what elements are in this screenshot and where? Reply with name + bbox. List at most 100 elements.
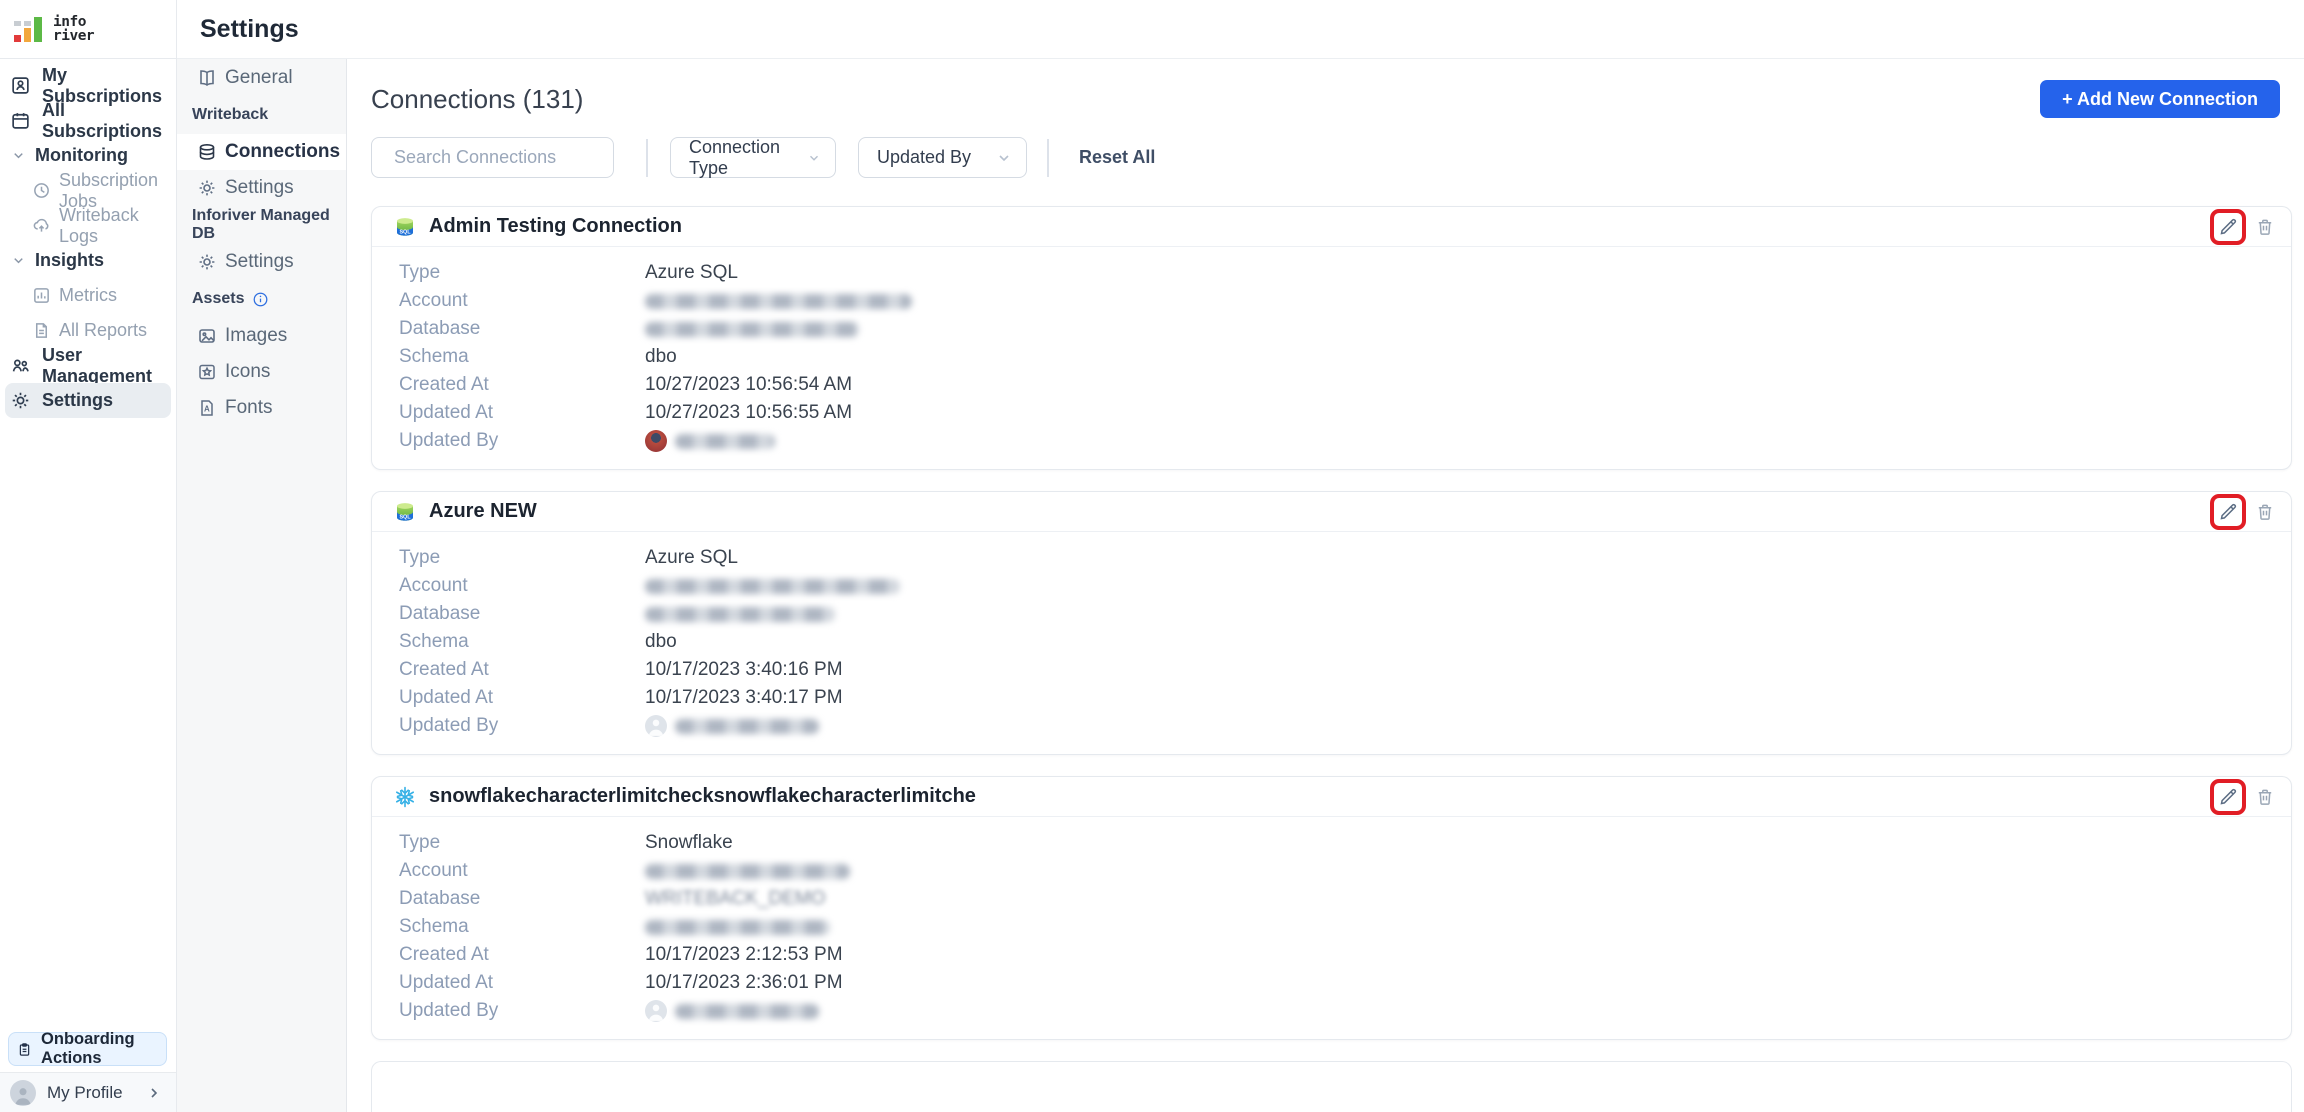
field-value (645, 430, 775, 452)
delete-connection-button[interactable] (2253, 784, 2277, 810)
chevron-down-icon (996, 150, 1012, 166)
users-icon (10, 355, 31, 376)
field-value: dbo (645, 346, 677, 368)
reset-all-button[interactable]: Reset All (1079, 147, 1155, 168)
redacted-value (675, 1004, 819, 1019)
settings-nav-images[interactable]: Images (177, 318, 346, 354)
field-value (645, 864, 850, 879)
field-value (645, 920, 830, 935)
edit-connection-button[interactable] (2215, 784, 2241, 810)
search-connections-box (371, 137, 614, 178)
my-profile-row[interactable]: My Profile (0, 1072, 176, 1112)
profile-label: My Profile (47, 1083, 123, 1103)
settings-nav-icons[interactable]: Icons (177, 354, 346, 390)
edit-connection-button[interactable] (2215, 214, 2241, 240)
main-content: Connections (131) + Add New Connection C… (347, 59, 2304, 1112)
field-value: Azure SQL (645, 547, 738, 569)
redacted-value: WRITEBACK_DEMO (645, 888, 826, 910)
settings-nav: General Writeback Connections Settings I… (177, 59, 347, 1112)
sidebar-item-my-subscriptions[interactable]: My Subscriptions (0, 68, 176, 103)
settings-nav-fonts[interactable]: A Fonts (177, 390, 346, 426)
settings-nav-section-writeback: Writeback (177, 96, 346, 134)
settings-nav-connections[interactable]: Connections (177, 134, 346, 170)
field-label: Updated At (399, 402, 645, 424)
field-row: Schema (399, 913, 2267, 941)
report-document-icon (32, 321, 51, 340)
field-value: 10/27/2023 10:56:55 AM (645, 402, 852, 424)
redacted-value (645, 607, 835, 622)
calendar-icon (10, 110, 31, 131)
divider (1047, 139, 1049, 177)
field-row: Updated By (399, 712, 2267, 740)
sidebar-group-insights[interactable]: Insights (0, 243, 176, 278)
field-label: Type (399, 547, 645, 569)
page-title: Settings (200, 15, 299, 44)
redacted-value (645, 322, 859, 337)
delete-connection-button[interactable] (2253, 499, 2277, 525)
info-icon[interactable] (252, 291, 269, 308)
field-row: Account (399, 572, 2267, 600)
field-row: TypeSnowflake (399, 829, 2267, 857)
book-icon (197, 68, 217, 88)
profile-avatar (10, 1080, 36, 1106)
field-label: Account (399, 290, 645, 312)
search-connections-input[interactable] (394, 147, 626, 168)
field-row: Database (399, 600, 2267, 628)
metrics-chart-icon (32, 286, 51, 305)
star-box-icon (197, 362, 217, 382)
onboarding-actions-button[interactable]: Onboarding Actions (8, 1032, 167, 1066)
clock-icon (32, 181, 51, 200)
field-label: Updated At (399, 687, 645, 709)
settings-nav-general[interactable]: General (177, 60, 346, 96)
gear-icon (197, 178, 217, 198)
sidebar-item-settings[interactable]: Settings (5, 383, 171, 418)
delete-connection-button[interactable] (2253, 214, 2277, 240)
sidebar-item-writeback-logs[interactable]: Writeback Logs (0, 208, 176, 243)
field-value: dbo (645, 631, 677, 653)
sidebar-item-metrics[interactable]: Metrics (0, 278, 176, 313)
connection-cards: SQLAdmin Testing ConnectionTypeAzure SQL… (371, 206, 2292, 1112)
settings-nav-writeback-settings[interactable]: Settings (177, 170, 346, 206)
field-label: Schema (399, 631, 645, 653)
redacted-value (645, 920, 830, 935)
add-new-connection-button[interactable]: + Add New Connection (2040, 80, 2280, 118)
connection-title: Admin Testing Connection (429, 215, 682, 238)
field-label: Updated By (399, 1000, 645, 1022)
connection-type-dropdown[interactable]: Connection Type (670, 137, 836, 178)
settings-nav-managed-db-settings[interactable]: Settings (177, 244, 346, 280)
sidebar-item-user-management[interactable]: User Management (0, 348, 176, 383)
connection-card-body: TypeAzure SQLAccountDatabaseSchemadboCre… (372, 532, 2291, 754)
redacted-value (675, 719, 819, 734)
connection-card-body: TypeSnowflakeAccountDatabaseWRITEBACK_DE… (372, 817, 2291, 1039)
sidebar-item-subscription-jobs[interactable]: Subscription Jobs (0, 173, 176, 208)
sidebar-group-monitoring[interactable]: Monitoring (0, 138, 176, 173)
field-value: 10/17/2023 3:40:17 PM (645, 687, 843, 709)
edit-highlight-annotation (2210, 779, 2246, 815)
connection-card: SQLAdmin Testing ConnectionTypeAzure SQL… (371, 206, 2292, 470)
field-row: Updated By (399, 997, 2267, 1025)
field-row: Created At10/27/2023 10:56:54 AM (399, 371, 2267, 399)
sidebar-item-all-subscriptions[interactable]: All Subscriptions (0, 103, 176, 138)
top-bar: Settings (177, 0, 2304, 59)
field-value: 10/17/2023 3:40:16 PM (645, 659, 843, 681)
field-row: Database (399, 315, 2267, 343)
field-row: Updated By (399, 427, 2267, 455)
updated-by-dropdown[interactable]: Updated By (858, 137, 1027, 178)
connections-heading: Connections (131) (371, 84, 583, 115)
field-label: Account (399, 860, 645, 882)
sidebar-item-all-reports[interactable]: All Reports (0, 313, 176, 348)
chevron-down-icon (11, 253, 26, 268)
field-value (645, 579, 900, 594)
redacted-value (645, 579, 900, 594)
connection-card-body: TypeAzure SQLAccountDatabaseSchemadboCre… (372, 247, 2291, 469)
clipboard-icon (17, 1040, 32, 1059)
edit-connection-button[interactable] (2215, 499, 2241, 525)
gear-icon (10, 390, 31, 411)
field-value: Snowflake (645, 832, 733, 854)
logo-bars-icon (12, 11, 48, 47)
user-avatar (645, 1000, 667, 1022)
svg-text:SQL: SQL (399, 514, 411, 520)
filter-bar: Connection Type Updated By Reset All (371, 137, 2292, 178)
connection-card-header: SQLAdmin Testing Connection (372, 207, 2291, 247)
connection-card-header: SQLAzure NEW (372, 492, 2291, 532)
